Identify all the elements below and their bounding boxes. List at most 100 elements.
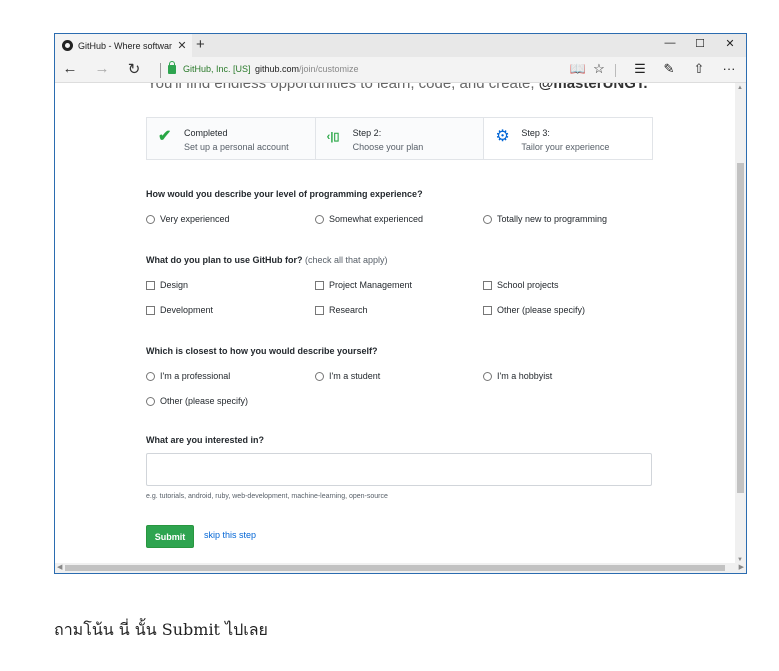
certificate-name[interactable]: GitHub, Inc. [US]: [183, 64, 251, 74]
tab-close-icon[interactable]: ✕: [175, 39, 189, 52]
step-subtitle: Set up a personal account: [184, 142, 289, 152]
step-plan: ‹|▯ Step 2: Choose your plan: [315, 118, 485, 159]
checkbox[interactable]: [483, 280, 492, 290]
option-label: School projects: [497, 280, 559, 290]
step-title: Step 3:: [521, 128, 550, 138]
step-tailor: ⚙ Step 3: Tailor your experience: [484, 118, 653, 159]
checkbox-development[interactable]: Development: [146, 305, 213, 315]
option-label: Totally new to programming: [497, 214, 608, 224]
option-label: Design: [160, 280, 189, 290]
checkbox[interactable]: [315, 280, 324, 290]
back-icon[interactable]: ←: [60, 60, 80, 77]
check-icon: ✔: [158, 128, 172, 145]
maximize-icon[interactable]: ☐: [690, 37, 710, 50]
reading-view-icon[interactable]: 📖: [569, 61, 587, 77]
scroll-thumb[interactable]: [65, 565, 725, 571]
caption-text: ถามโน้น นี่ นั้น Submit ไปเลย: [54, 620, 268, 639]
experience-question: How would you describe your level of pro…: [146, 189, 423, 199]
step-title: Step 2:: [352, 128, 382, 138]
radio-somewhat-experienced[interactable]: Somewhat experienced: [315, 214, 423, 224]
option-label: Project Management: [329, 280, 413, 290]
address-bar: ← → ↻ GitHub, Inc. [US] github.com/join/…: [55, 57, 746, 83]
checkbox-project-management[interactable]: Project Management: [315, 280, 412, 290]
option-label: Very experienced: [160, 214, 230, 224]
web-note-icon[interactable]: ✎: [660, 61, 678, 77]
title-bar: GitHub - Where softwar ✕ + — ☐ ✕: [55, 34, 746, 57]
checkbox-design[interactable]: Design: [146, 280, 188, 290]
horizontal-scrollbar[interactable]: ◀ ▶: [55, 563, 746, 573]
option-label: I'm a hobbyist: [497, 371, 553, 381]
browser-window: GitHub - Where softwar ✕ + — ☐ ✕ ← → ↻ G…: [54, 33, 747, 574]
window-close-icon[interactable]: ✕: [720, 37, 740, 50]
url-field[interactable]: github.com/join/customize: [255, 64, 359, 74]
option-label: Other (please specify): [160, 396, 249, 406]
radio-very-experienced[interactable]: Very experienced: [146, 214, 230, 224]
radio-button[interactable]: [146, 396, 155, 406]
radio-button[interactable]: [146, 214, 155, 224]
checkbox[interactable]: [146, 305, 155, 315]
more-icon[interactable]: ···: [720, 61, 738, 76]
share-icon[interactable]: ⇧: [690, 61, 708, 77]
url-host: github.com: [255, 64, 300, 74]
gear-icon: ⚙: [495, 128, 510, 145]
radio-button[interactable]: [315, 371, 324, 381]
checkbox-research[interactable]: Research: [315, 305, 368, 315]
checkbox[interactable]: [483, 305, 492, 315]
checkbox[interactable]: [315, 305, 324, 315]
step-completed: ✔ Completed Set up a personal account: [147, 118, 316, 159]
plan-icon: ‹|▯: [326, 131, 340, 143]
url-path: /join/customize: [299, 64, 359, 74]
radio-hobbyist[interactable]: I'm a hobbyist: [483, 371, 552, 381]
checkbox[interactable]: [146, 280, 155, 290]
intro-sentence: You'll find endless opportunities to lea…: [147, 83, 539, 92]
interests-input[interactable]: [146, 453, 652, 486]
radio-student[interactable]: I'm a student: [315, 371, 380, 381]
forward-icon[interactable]: →: [92, 60, 112, 77]
checkbox-other[interactable]: Other (please specify): [483, 305, 585, 315]
question-hint: (check all that apply): [305, 255, 388, 265]
interests-question: What are you interested in?: [146, 435, 265, 445]
skip-step-link[interactable]: skip this step: [204, 530, 256, 540]
self-description-question: Which is closest to how you would descri…: [146, 346, 378, 356]
radio-professional[interactable]: I'm a professional: [146, 371, 230, 381]
option-label: Somewhat experienced: [329, 214, 424, 224]
favorite-icon[interactable]: ☆: [590, 61, 608, 77]
address-separator: [160, 63, 161, 78]
lock-icon[interactable]: [168, 61, 176, 74]
scroll-thumb[interactable]: [737, 163, 744, 493]
step-subtitle: Choose your plan: [352, 142, 424, 152]
page-content: You'll find endless opportunities to lea…: [55, 83, 737, 565]
scroll-right-icon[interactable]: ▶: [739, 563, 744, 571]
refresh-icon[interactable]: ↻: [124, 60, 144, 78]
new-tab-icon[interactable]: +: [196, 36, 205, 53]
step-subtitle: Tailor your experience: [521, 142, 610, 152]
signup-steps: ✔ Completed Set up a personal account ‹|…: [146, 117, 653, 160]
interests-help-text: e.g. tutorials, android, ruby, web-devel…: [146, 493, 388, 500]
step-title: Completed: [184, 128, 228, 138]
radio-button[interactable]: [483, 214, 492, 224]
option-label: I'm a professional: [160, 371, 231, 381]
browser-tab[interactable]: GitHub - Where softwar ✕: [55, 34, 192, 57]
minimize-icon[interactable]: —: [660, 37, 680, 49]
radio-totally-new[interactable]: Totally new to programming: [483, 214, 607, 224]
radio-button[interactable]: [315, 214, 324, 224]
submit-button[interactable]: Submit: [146, 525, 194, 548]
radio-other[interactable]: Other (please specify): [146, 396, 248, 406]
option-label: Other (please specify): [497, 305, 586, 315]
option-label: I'm a student: [329, 371, 381, 381]
toolbar-separator: [615, 64, 616, 77]
option-label: Development: [160, 305, 214, 315]
username: @masterUNGT.: [538, 83, 648, 92]
github-icon: [62, 40, 73, 51]
hub-icon[interactable]: ☰: [631, 61, 649, 77]
tab-title: GitHub - Where softwar: [78, 40, 173, 51]
scroll-up-icon[interactable]: ▲: [737, 85, 743, 91]
scroll-left-icon[interactable]: ◀: [57, 563, 62, 571]
radio-button[interactable]: [483, 371, 492, 381]
question-label: What do you plan to use GitHub for?: [146, 255, 303, 265]
checkbox-school-projects[interactable]: School projects: [483, 280, 559, 290]
option-label: Research: [329, 305, 368, 315]
usage-question: What do you plan to use GitHub for? (che…: [146, 255, 388, 265]
vertical-scrollbar[interactable]: ▲ ▼: [735, 83, 746, 565]
radio-button[interactable]: [146, 371, 155, 381]
